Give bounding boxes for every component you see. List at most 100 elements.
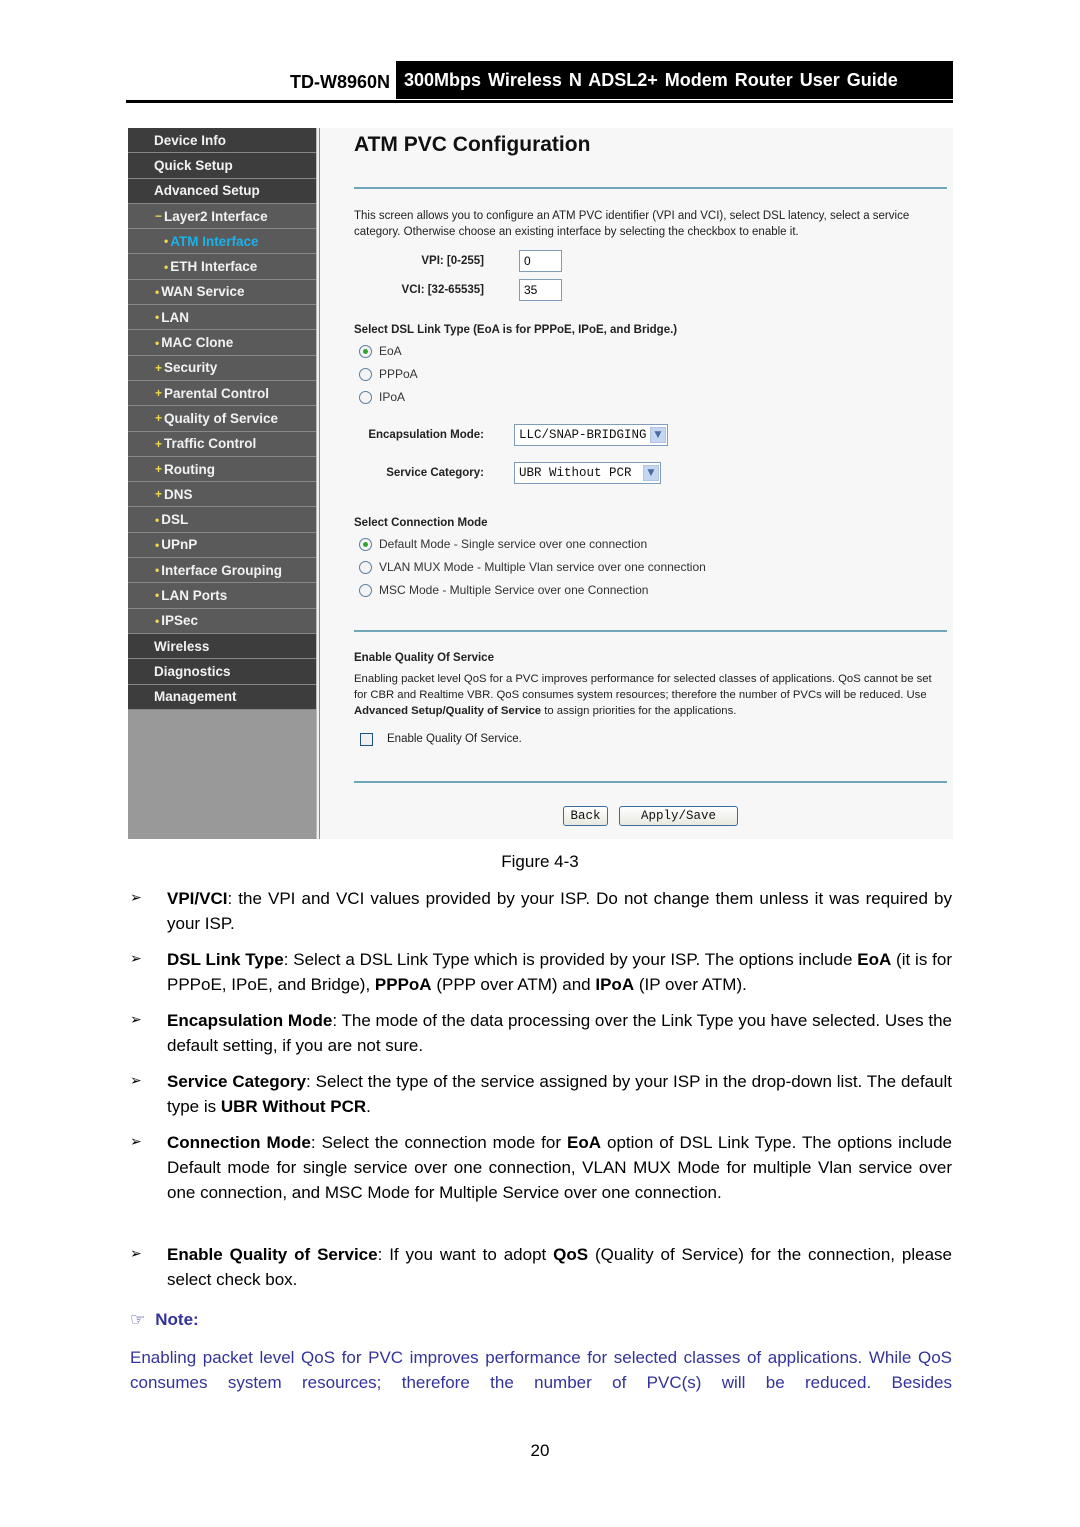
bullet-service-category: ➢ Service Category: Select the type of t… xyxy=(130,1069,952,1119)
sidebar-item-parental-control[interactable]: + Parental Control xyxy=(128,380,316,407)
sidebar-item-label: LAN Ports xyxy=(161,587,228,603)
sidebar-item-label: Security xyxy=(164,360,218,376)
model-name: TD-W8960N xyxy=(289,72,390,92)
service-category-select[interactable]: UBR Without PCR ▼ xyxy=(514,462,661,484)
sidebar-item-lan[interactable]: • LAN xyxy=(128,305,316,331)
sidebar-item-label: Advanced Setup xyxy=(154,183,260,199)
sidebar-item-label: Quality of Service xyxy=(164,410,279,426)
sidebar-item-label: IPSec xyxy=(161,613,198,629)
vpi-label: VPI: [0-255] xyxy=(421,255,484,267)
sidebar-item-interface-grouping[interactable]: • Interface Grouping xyxy=(128,558,316,584)
sidebar-item-security[interactable]: + Security xyxy=(128,355,316,381)
apply-save-button[interactable]: Apply/Save xyxy=(619,806,738,826)
sidebar-item-traffic-control[interactable]: + Traffic Control xyxy=(128,431,316,457)
bullet-icon: • xyxy=(155,335,160,350)
service-category-value: UBR Without PCR xyxy=(519,466,632,480)
bullet-icon: • xyxy=(155,284,160,299)
encapsulation-select[interactable]: LLC/SNAP-BRIDGING ▼ xyxy=(514,424,668,446)
sidebar-item-layer2-interface[interactable]: − Layer2 Interface xyxy=(128,203,316,230)
radio-button[interactable] xyxy=(359,583,372,597)
sidebar-item-label: Routing xyxy=(164,461,215,477)
sidebar-item-diagnostics[interactable]: Diagnostics xyxy=(128,659,316,685)
page-title: ATM PVC Configuration xyxy=(354,133,591,156)
radio-msc-mode[interactable]: MSC Mode - Multiple Service over one Con… xyxy=(359,583,648,597)
bullet-vpi-vci: ➢ VPI/VCI: the VPI and VCI values provid… xyxy=(130,886,952,936)
radio-default-mode[interactable]: Default Mode - Single service over one c… xyxy=(359,537,647,551)
qos-desc-text-end: to assign priorities for the application… xyxy=(541,705,737,717)
sidebar-divider xyxy=(316,128,320,839)
radio-button[interactable] xyxy=(359,560,372,574)
bullet-icon: • xyxy=(155,512,160,527)
divider xyxy=(354,630,947,632)
radio-button[interactable] xyxy=(359,390,372,404)
radio-label: VLAN MUX Mode - Multiple Vlan service ov… xyxy=(379,560,706,574)
sidebar-item-label: ETH Interface xyxy=(170,259,258,275)
sidebar-item-label: UPnP xyxy=(161,537,198,553)
sidebar-item-label: MAC Clone xyxy=(161,335,234,351)
sidebar-item-mac-clone[interactable]: • MAC Clone xyxy=(128,330,316,356)
bullet-text: : the VPI and VCI values provided by you… xyxy=(167,889,952,933)
bullet-text: (PPP over ATM) and xyxy=(431,975,596,994)
sidebar-item-atm-interface[interactable]: • ATM Interface xyxy=(128,229,316,255)
bullet-bold: UBR Without PCR xyxy=(220,1097,367,1116)
radio-pppoa[interactable]: PPPoA xyxy=(359,367,418,381)
sidebar-item-advanced-setup[interactable]: Advanced Setup xyxy=(128,178,316,204)
sidebar-item-label: Device Info xyxy=(154,132,227,148)
bullet-text: : Select a DSL Link Type which is provid… xyxy=(283,950,858,969)
enable-qos-checkbox[interactable] xyxy=(360,733,373,746)
sidebar-item-label: DNS xyxy=(164,486,193,502)
sidebar-item-device-info[interactable]: Device Info xyxy=(128,128,316,154)
bullet-icon: • xyxy=(155,588,160,603)
bullet-text: : If you want to adopt xyxy=(377,1245,554,1264)
sidebar-item-ipsec[interactable]: • IPSec xyxy=(128,608,316,634)
bullet-term: VPI/VCI xyxy=(167,889,228,908)
radio-button[interactable] xyxy=(359,537,372,551)
sidebar-item-label: ATM Interface xyxy=(170,233,259,249)
radio-eoa[interactable]: EoA xyxy=(359,344,402,358)
sidebar-item-quick-setup[interactable]: Quick Setup xyxy=(128,153,316,179)
guide-title: 300Mbps Wireless N ADSL2+ Modem Router U… xyxy=(396,61,953,99)
bullet-term: Service Category xyxy=(167,1072,307,1091)
sidebar-item-wireless[interactable]: Wireless xyxy=(128,633,316,660)
radio-vlan-mux-mode[interactable]: VLAN MUX Mode - Multiple Vlan service ov… xyxy=(359,560,706,574)
vci-input[interactable] xyxy=(519,279,562,301)
radio-button[interactable] xyxy=(359,344,372,358)
chevron-down-icon[interactable]: ▼ xyxy=(650,427,666,443)
note-text: Enabling packet level QoS for PVC improv… xyxy=(130,1348,952,1392)
bullet-term: DSL Link Type xyxy=(167,950,284,969)
bullet-term: Encapsulation Mode xyxy=(167,1011,333,1030)
bullet-icon: • xyxy=(164,259,169,274)
bullet-icon: • xyxy=(164,234,169,249)
sidebar-item-wan-service[interactable]: • WAN Service xyxy=(128,279,316,306)
radio-ipoa[interactable]: IPoA xyxy=(359,390,405,404)
bullet-connection-mode: ➢ Connection Mode: Select the connection… xyxy=(130,1130,952,1205)
bullet-term: Connection Mode xyxy=(167,1133,311,1152)
sidebar-item-eth-interface[interactable]: • ETH Interface xyxy=(128,254,316,280)
sidebar-item-routing[interactable]: + Routing xyxy=(128,456,316,483)
vpi-input[interactable] xyxy=(519,250,562,272)
radio-label: IPoA xyxy=(379,390,406,404)
enable-qos-label: Enable Quality Of Service. xyxy=(387,733,522,745)
arrow-bullet-icon: ➢ xyxy=(130,890,142,906)
router-screenshot: Device Info Quick Setup Advanced Setup − Lay… xyxy=(128,128,953,839)
chevron-down-icon[interactable]: ▼ xyxy=(643,465,659,481)
encapsulation-value: LLC/SNAP-BRIDGING xyxy=(519,428,647,442)
arrow-bullet-icon: ➢ xyxy=(130,1012,142,1028)
sidebar-item-label: Quick Setup xyxy=(154,157,233,173)
bullet-text: : Select the connection mode for xyxy=(310,1133,568,1152)
sidebar-item-dns[interactable]: + DNS xyxy=(128,482,316,508)
radio-button[interactable] xyxy=(359,367,372,381)
bullet-icon: • xyxy=(155,537,160,552)
sidebar-item-quality-of-service[interactable]: + Quality of Service xyxy=(128,406,316,432)
sidebar-item-lan-ports[interactable]: • LAN Ports xyxy=(128,583,316,609)
sidebar-item-dsl[interactable]: • DSL xyxy=(128,507,316,533)
bullet-bold: EoA xyxy=(857,950,892,969)
note-label: Note: xyxy=(155,1310,199,1329)
sidebar-item-label: WAN Service xyxy=(161,284,245,300)
sidebar-item-management[interactable]: Management xyxy=(128,684,316,710)
bullet-icon: • xyxy=(155,310,160,325)
bullet-bold: PPPoA xyxy=(374,975,432,994)
bullet-dsl-link-type: ➢ DSL Link Type: Select a DSL Link Type … xyxy=(130,947,952,997)
back-button[interactable]: Back xyxy=(563,806,608,826)
sidebar-item-upnp[interactable]: • UPnP xyxy=(128,532,316,559)
